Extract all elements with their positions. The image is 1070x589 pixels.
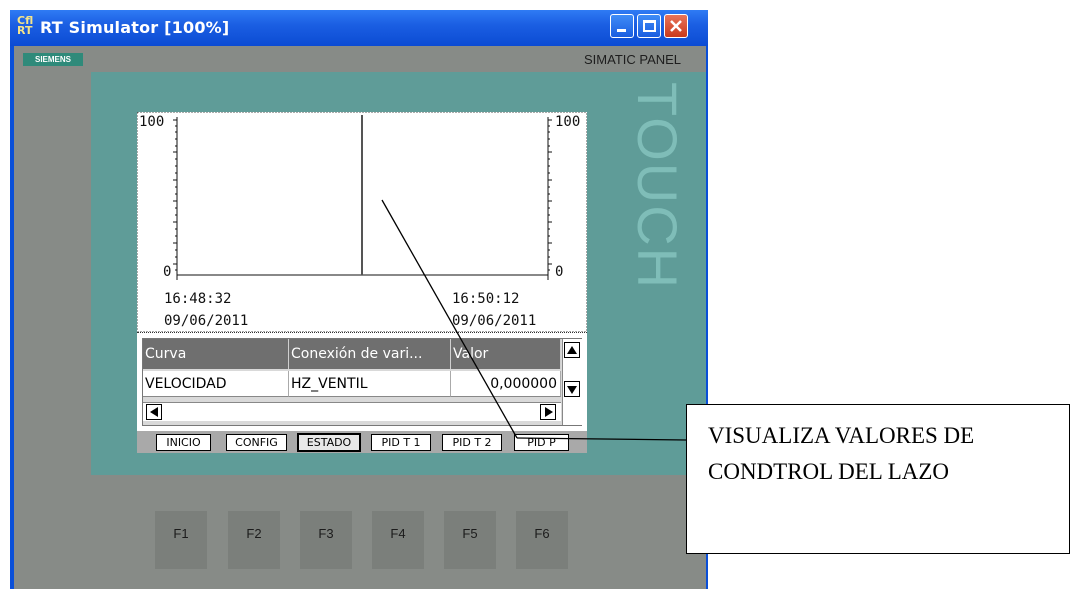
annotation-text: VISUALIZA VALORES DE CONDTROL DEL LAZO (708, 423, 975, 484)
